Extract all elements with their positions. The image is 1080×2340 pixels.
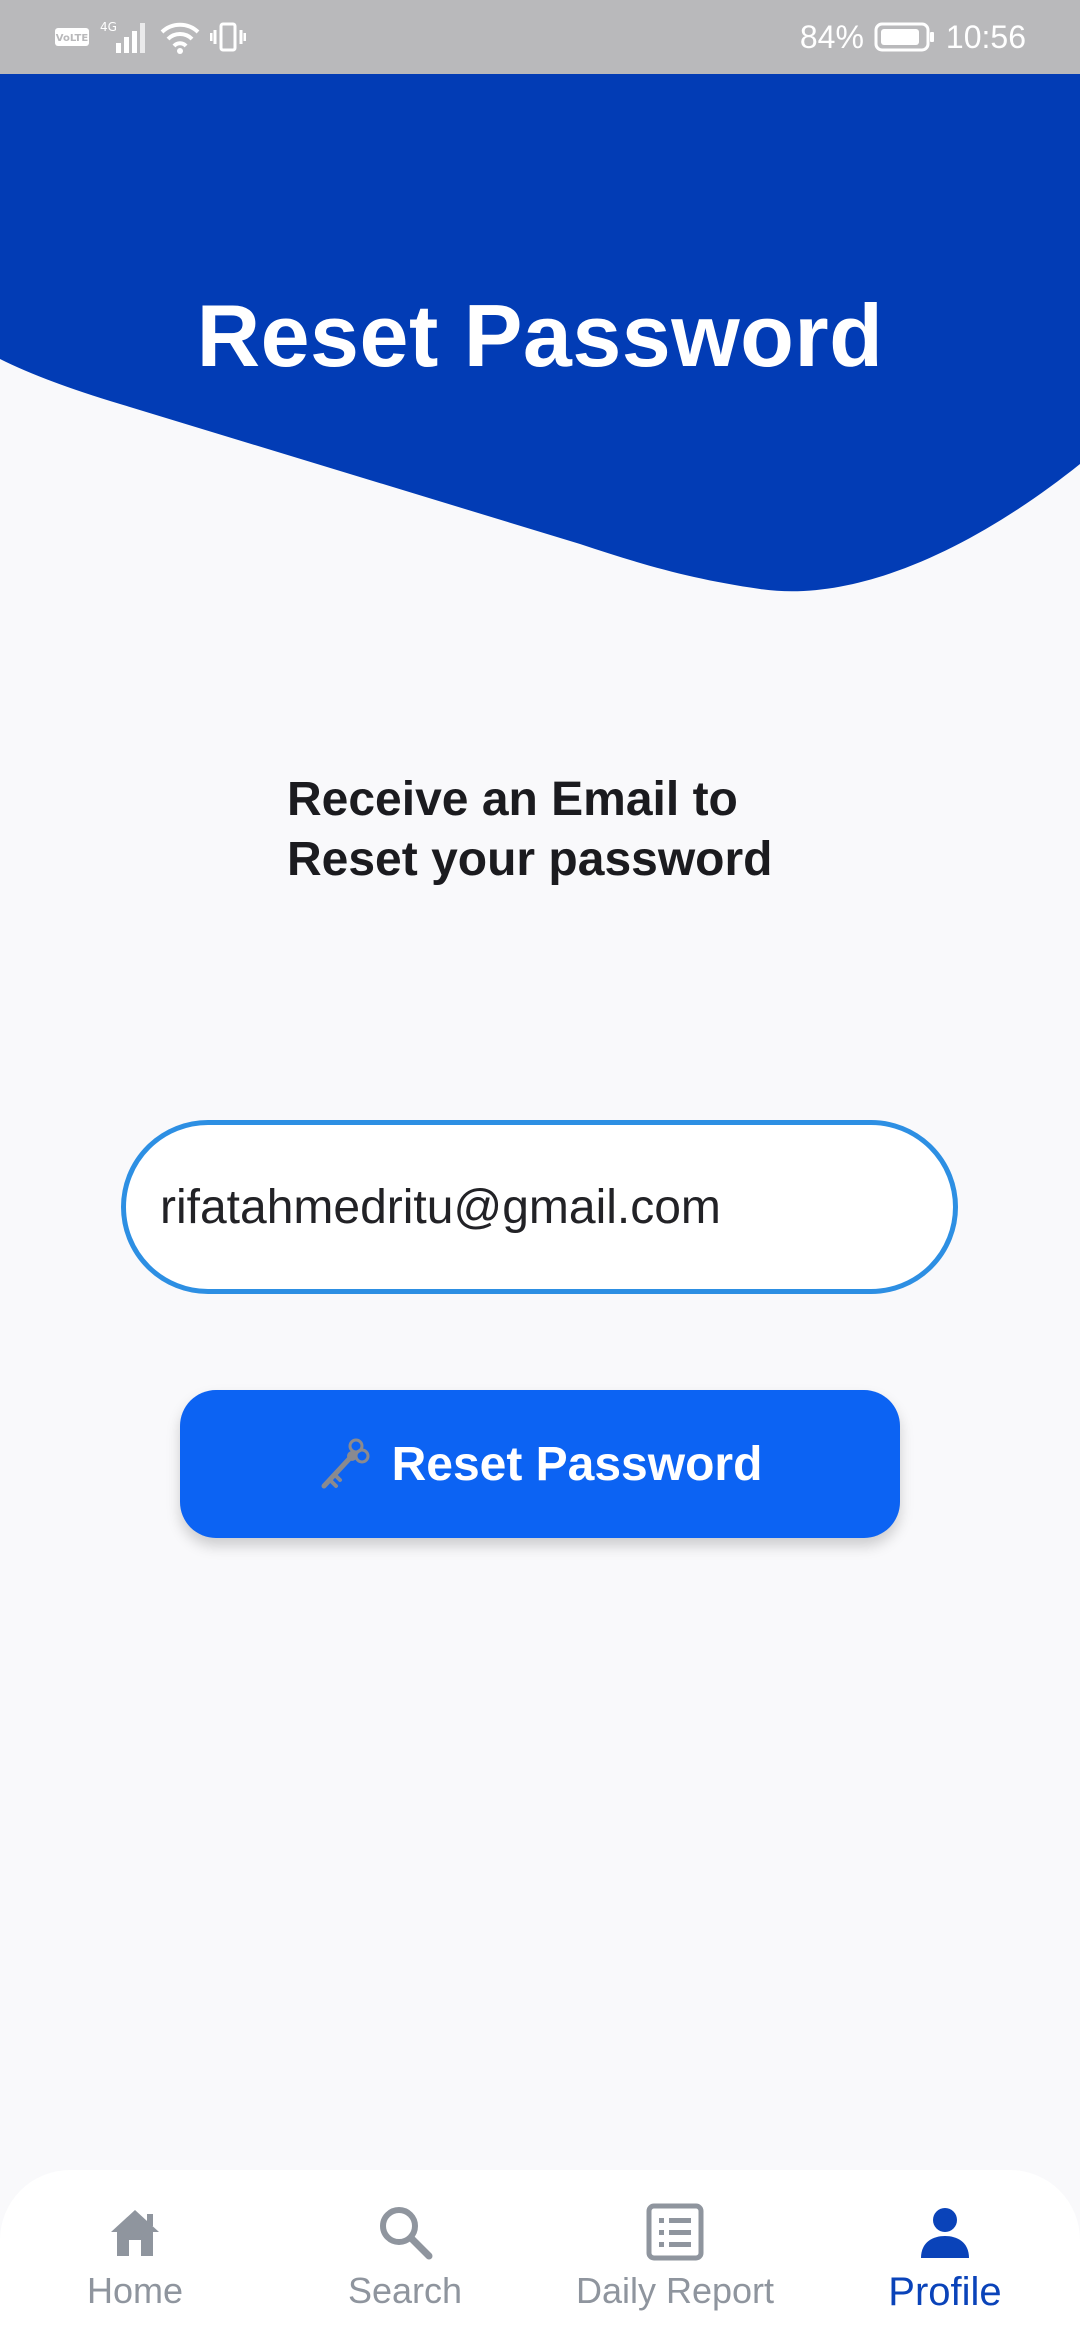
email-input[interactable] [160,1179,953,1235]
nav-item-home[interactable]: Home [10,2200,260,2312]
status-icons-left: VoLTE 4G [54,19,246,55]
battery-icon [874,22,934,52]
nav-item-search[interactable]: Search [280,2200,530,2312]
nav-label-profile: Profile [888,2270,1002,2314]
reset-password-screen: VoLTE 4G 84% 10:56 Reset Password Receiv… [0,0,1080,2340]
reset-password-button[interactable]: Reset Password [180,1390,900,1538]
search-icon [380,2207,433,2260]
vibrate-icon [210,22,246,52]
instruction-line-1: Receive an Email to [287,773,738,826]
nav-label-home: Home [86,2270,184,2311]
wifi-icon [160,22,200,54]
nav-label-daily-report: Daily Report [575,2270,775,2311]
instruction-text: Receive an Email to Reset your password [287,770,907,890]
nav-item-profile[interactable]: Profile [820,2200,1070,2315]
key-icon [321,1438,370,1489]
home-icon [111,2210,159,2256]
svg-text:VoLTE: VoLTE [56,33,89,44]
profile-icon [921,2208,969,2258]
volte-icon: VoLTE [55,28,89,46]
report-icon [646,2203,704,2261]
email-field[interactable] [121,1120,958,1294]
reset-password-button-label: Reset Password [391,1437,763,1491]
status-bar: VoLTE 4G 84% 10:56 [0,0,1080,74]
svg-text:4G: 4G [100,20,117,34]
battery-percentage: 84% [799,18,864,55]
nav-label-search: Search [347,2270,463,2311]
signal-4g-icon: 4G [100,20,145,53]
status-icons-right: 84% 10:56 [800,19,1026,56]
bottom-navigation: Home Search Daily Report Profile [0,2170,1080,2340]
nav-item-daily-report[interactable]: Daily Report [550,2200,800,2312]
clock: 10:56 [945,18,1026,55]
instruction-line-2: Reset your password [287,833,773,886]
page-title: Reset Password [196,286,884,385]
